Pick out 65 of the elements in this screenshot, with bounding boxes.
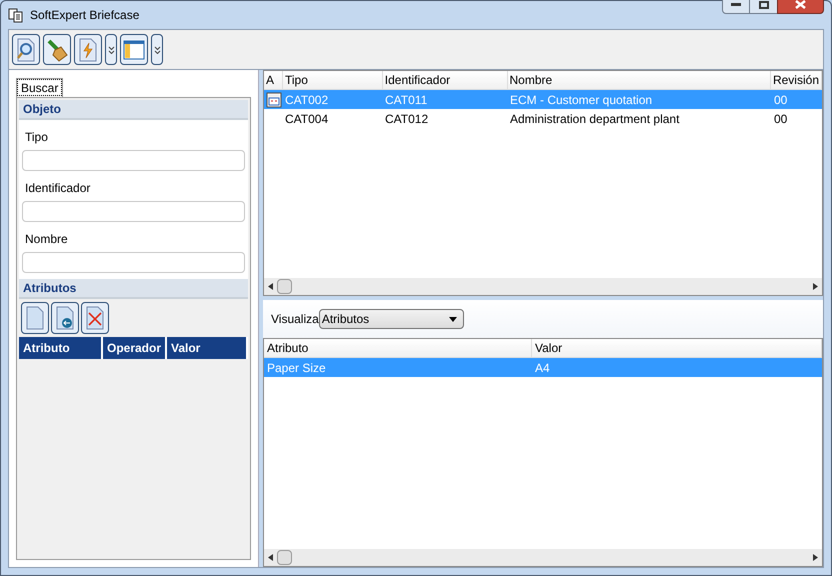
chevron-down-icon xyxy=(108,46,114,54)
scroll-left-icon[interactable] xyxy=(268,554,273,561)
column-header[interactable]: Valor xyxy=(167,337,248,359)
table-cell-text: CAT002 xyxy=(284,92,330,108)
delete-attribute-button[interactable] xyxy=(81,302,109,334)
layout-button[interactable] xyxy=(120,34,148,65)
search-document-button[interactable] xyxy=(12,34,40,65)
table-cell-text: 00 xyxy=(773,92,788,108)
close-button[interactable] xyxy=(777,0,824,14)
document-arrow-icon xyxy=(55,306,75,330)
table-cell-text: Paper Size xyxy=(266,360,327,376)
table-cell-text: CAT011 xyxy=(384,92,428,108)
table-cell-text: A4 xyxy=(534,360,551,376)
blank-document-icon xyxy=(25,306,45,330)
add-attribute-button[interactable] xyxy=(51,302,79,334)
scroll-left-icon[interactable] xyxy=(268,283,273,290)
column-header[interactable]: Identificador xyxy=(382,71,508,89)
view-label: Visualiza xyxy=(271,311,319,328)
table-cell-text: 00 xyxy=(773,110,788,128)
broom-icon xyxy=(46,38,68,62)
column-header[interactable]: Atributo xyxy=(19,337,103,359)
table-cell-text: CAT004 xyxy=(284,110,330,128)
column-header[interactable]: A xyxy=(264,71,283,89)
section-header: Atributos xyxy=(19,279,248,299)
input-field[interactable] xyxy=(22,201,245,222)
table-cell-text: CAT012 xyxy=(384,110,430,128)
minimize-icon xyxy=(731,3,741,6)
more-button[interactable] xyxy=(105,34,117,65)
table-cell-text: ECM - Customer quotation xyxy=(509,92,654,108)
field-label: Nombre xyxy=(24,231,69,248)
scrollbar-thumb[interactable] xyxy=(277,550,292,565)
column-header[interactable]: Nombre xyxy=(508,71,771,89)
minimize-button[interactable] xyxy=(722,0,750,14)
search-tab[interactable]: Buscar xyxy=(16,78,64,97)
column-header[interactable]: Operador xyxy=(103,337,167,359)
dropdown-arrow-icon xyxy=(448,316,457,322)
clear-button[interactable] xyxy=(43,34,71,65)
table-cell-text: Administration department plant xyxy=(509,110,680,128)
section-header: Objeto xyxy=(19,100,248,120)
column-header[interactable]: Valor xyxy=(532,339,822,357)
maximize-icon xyxy=(758,0,768,8)
new-attribute-button[interactable] xyxy=(21,302,49,334)
column-header[interactable]: Atributo xyxy=(264,339,532,357)
execute-button[interactable] xyxy=(74,34,102,65)
window-title: SoftExpert Briefcase xyxy=(30,7,140,24)
input-field[interactable] xyxy=(22,150,245,171)
document-cross-icon xyxy=(85,306,105,330)
column-header[interactable]: Tipo xyxy=(282,71,383,89)
scrollbar-thumb[interactable] xyxy=(277,279,292,294)
panel-layout-icon xyxy=(123,40,145,60)
document-icon xyxy=(8,7,24,23)
scroll-right-icon[interactable] xyxy=(813,554,818,561)
maximize-button[interactable] xyxy=(750,0,777,14)
scroll-right-icon[interactable] xyxy=(813,283,818,290)
more-button[interactable] xyxy=(151,34,163,65)
table-row[interactable]: CAT004 CAT012 Administration department plant 00 xyxy=(264,109,822,128)
input-field[interactable] xyxy=(22,252,245,273)
field-label: Identificador xyxy=(24,180,92,197)
lightning-document-icon xyxy=(77,38,99,62)
chevron-down-icon xyxy=(154,46,160,54)
column-header[interactable]: Revisión xyxy=(770,71,822,89)
view-dropdown[interactable]: Atributos xyxy=(318,309,464,329)
field-label: Tipo xyxy=(24,129,49,146)
search-icon xyxy=(15,38,37,62)
close-icon xyxy=(795,0,806,9)
